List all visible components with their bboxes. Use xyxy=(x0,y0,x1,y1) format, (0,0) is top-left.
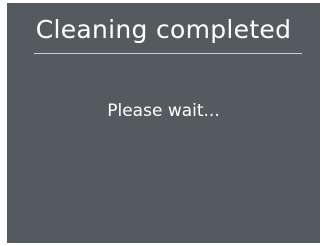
status-message: Please wait... xyxy=(107,101,220,121)
title-divider xyxy=(34,53,302,54)
screen-title: Cleaning completed xyxy=(35,15,292,44)
status-screen: Cleaning completed Please wait... xyxy=(7,3,320,243)
